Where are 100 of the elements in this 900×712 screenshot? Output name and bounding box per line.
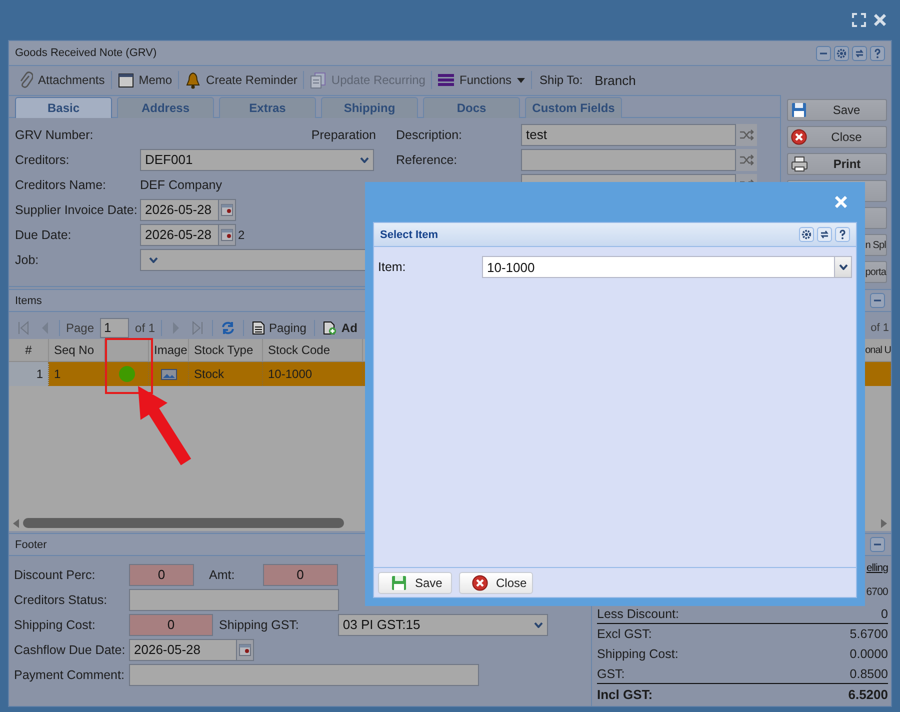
calendar-button[interactable] [237, 638, 254, 660]
last-page-icon [192, 320, 204, 334]
help-icon [837, 229, 848, 240]
caret-icon [149, 256, 158, 262]
input-field[interactable] [129, 664, 479, 686]
field-label: Amt: [209, 568, 235, 582]
link[interactable]: elling [866, 562, 888, 574]
save-icon [391, 574, 407, 590]
shuffle-button[interactable] [736, 124, 757, 146]
expand-icon[interactable] [852, 13, 866, 27]
toolbar-button[interactable]: Attachments [13, 71, 111, 89]
paging-button[interactable]: Paging [250, 320, 308, 334]
field-label: Payment Comment: [14, 668, 126, 682]
first-page-icon [17, 320, 29, 334]
field-label: Job: [15, 252, 40, 266]
ship-to-label: Ship To: [540, 73, 583, 87]
calendar-button[interactable] [219, 224, 236, 246]
dropdown-field[interactable]: 03 PI GST:15 [338, 614, 548, 636]
field-label: Cashflow Due Date: [14, 642, 126, 656]
dropdown-field[interactable]: DEF001 [140, 148, 374, 170]
printer-icon [791, 156, 808, 172]
column-header: Stock Code [263, 339, 363, 361]
column-header: # [9, 339, 49, 361]
input-field[interactable] [129, 588, 339, 610]
close-icon[interactable] [874, 14, 886, 26]
input-field[interactable]: 0 [129, 614, 213, 636]
refresh-icon [819, 229, 830, 240]
add-button[interactable]: Ad [321, 320, 360, 334]
page-count: of 1 [135, 320, 156, 334]
summary-value: 0.0000 [850, 647, 888, 661]
date-field[interactable]: 2026-05-28 [140, 198, 219, 220]
calendar-icon [221, 228, 233, 240]
field-label: Creditors Name: [15, 178, 107, 192]
column-header: Image [149, 339, 189, 361]
calendar-icon [239, 644, 251, 656]
save-button[interactable]: Save [787, 99, 887, 121]
table-cell: Stock [189, 362, 263, 386]
documents-icon [310, 72, 326, 88]
document-icon [252, 320, 266, 334]
refresh-icon [221, 320, 236, 334]
toolbar-button[interactable]: Create Reminder [179, 72, 304, 88]
toolbar-button[interactable]: Memo [112, 72, 178, 88]
table-cell: 1 [9, 362, 49, 386]
close-button[interactable]: Close [787, 126, 887, 148]
refresh-button[interactable] [852, 46, 867, 60]
minimize-button[interactable] [870, 537, 885, 552]
toolbar-button[interactable]: Functions [432, 73, 531, 87]
paperclip-icon [19, 71, 33, 89]
page-count: of 1 [870, 322, 889, 334]
summary-value: 6700 [866, 586, 888, 598]
shuffle-button[interactable] [736, 148, 757, 170]
help-icon [872, 48, 883, 58]
panel-title: Items [15, 294, 42, 306]
settings-button[interactable] [799, 227, 814, 242]
refresh-button[interactable] [817, 227, 832, 242]
column-header: Seq No [49, 339, 105, 361]
field-label: Supplier Invoice Date: [15, 202, 138, 216]
panel-title: Select Item [380, 228, 438, 240]
scrollbar-thumb[interactable] [23, 518, 344, 528]
date-field[interactable]: 2026-05-28 [140, 224, 219, 246]
print-button[interactable]: Print [787, 153, 887, 175]
field-label: Creditors Status: [14, 592, 108, 606]
summary-label: Incl GST: [597, 686, 653, 702]
dropdown-button[interactable] [835, 256, 852, 278]
item-dropdown[interactable]: 10-1000 [482, 256, 835, 278]
close-icon [791, 129, 807, 145]
ship-to-value: Branch [594, 72, 636, 88]
minimize-button[interactable] [870, 293, 885, 308]
summary-value: 0.8500 [850, 666, 888, 680]
field-label: Shipping Cost: [14, 618, 96, 632]
shuffle-icon [738, 154, 754, 166]
help-button[interactable] [870, 46, 885, 60]
shuffle-icon [738, 128, 754, 140]
input-field[interactable]: 0 [262, 564, 338, 586]
notepad-icon [118, 72, 134, 88]
bell-icon [185, 72, 202, 88]
tab[interactable]: Basic [15, 97, 112, 118]
input-field[interactable]: test [521, 124, 736, 146]
summary-label: Shipping Cost: [597, 647, 678, 661]
summary-value: 5.6700 [850, 627, 888, 641]
date-field[interactable]: 2026-05-28 [129, 638, 237, 660]
settings-icon [801, 229, 812, 240]
caret-icon [516, 78, 525, 82]
menu-icon [438, 74, 454, 86]
field-label: Description: [396, 128, 463, 142]
add-document-icon [323, 320, 338, 334]
close-button[interactable]: Close [459, 572, 533, 594]
calendar-button[interactable] [219, 198, 236, 220]
field-label: Due Date: [15, 228, 72, 242]
settings-button[interactable] [834, 46, 849, 60]
minimize-button[interactable] [816, 46, 831, 60]
calendar-icon [221, 204, 233, 216]
help-button[interactable] [835, 227, 850, 242]
scroll-left-icon [13, 518, 19, 528]
save-button[interactable]: Save [378, 572, 452, 594]
page-field[interactable]: 1 [100, 318, 130, 338]
window-title: Goods Received Note (GRV) [15, 47, 157, 59]
field-label: Shipping GST: [219, 618, 299, 632]
input-field[interactable] [521, 148, 736, 170]
input-field[interactable]: 0 [129, 564, 194, 586]
